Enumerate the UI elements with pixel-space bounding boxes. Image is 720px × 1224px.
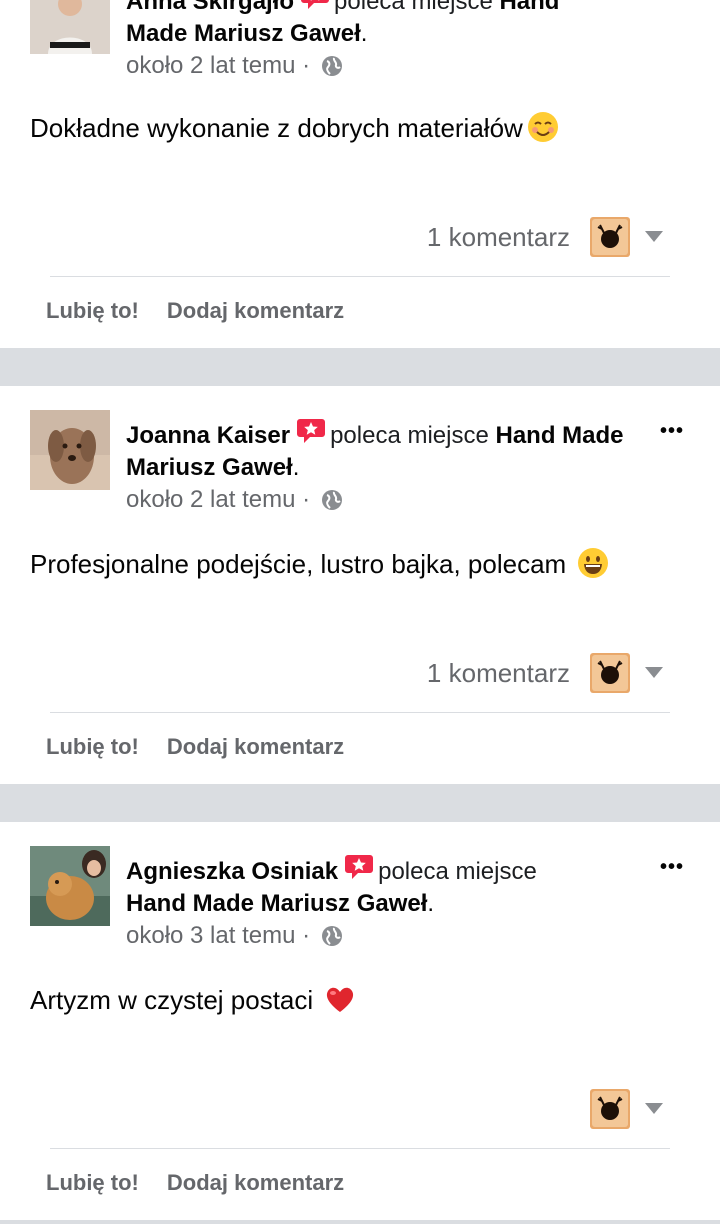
post-meta: około 2 lat temu ·: [126, 50, 343, 82]
like-button[interactable]: Lubię to!: [46, 298, 139, 323]
add-comment-button[interactable]: Dodaj komentarz: [167, 298, 344, 323]
post-text-content: Profesjonalne podejście, lustro bajka, p…: [30, 549, 567, 579]
recommend-badge-icon: [300, 0, 330, 10]
post-card: Agnieszka Osiniak poleca miejsce Hand Made…: [0, 822, 720, 1220]
globe-icon: [321, 488, 343, 510]
chevron-down-icon[interactable]: [645, 1102, 663, 1114]
post-text-content: Dokładne wykonanie z dobrych materiałów: [30, 113, 523, 143]
post-text: Dokładne wykonanie z dobrych materiałów: [30, 110, 559, 146]
avatar[interactable]: [30, 410, 110, 490]
meta-separator: ·: [302, 486, 311, 513]
divider: [50, 276, 670, 277]
divider: [50, 1148, 670, 1149]
comments-count[interactable]: 1 komentarz: [427, 658, 570, 689]
post-header: Anna Skirgajło poleca miejsce Hand Made M…: [126, 0, 626, 50]
post-meta: około 3 lat temu ·: [126, 920, 343, 952]
more-options-button[interactable]: •••: [660, 0, 684, 7]
page-avatar-icon[interactable]: [590, 217, 630, 257]
smiling-blush-emoji: [527, 111, 559, 143]
author-name[interactable]: Joanna Kaiser: [126, 422, 290, 449]
globe-icon: [321, 54, 343, 76]
page-avatar-icon[interactable]: [590, 653, 630, 693]
avatar[interactable]: [30, 0, 110, 54]
like-button[interactable]: Lubię to!: [46, 734, 139, 759]
page-avatar-icon[interactable]: [590, 1089, 630, 1129]
page-name[interactable]: Hand Made Mariusz Gaweł: [126, 890, 427, 917]
author-name[interactable]: Agnieszka Osiniak: [126, 858, 338, 885]
recommends-text: poleca miejsce: [330, 422, 489, 449]
post-header: Agnieszka Osiniak poleca miejsce Hand Made…: [126, 852, 626, 920]
post-card: Joanna Kaiser poleca miejsce Hand Made Ma…: [0, 386, 720, 784]
red-heart-emoji: [324, 983, 356, 1015]
recommends-text: poleca miejsce: [378, 858, 537, 885]
grinning-emoji: [577, 547, 609, 579]
post-time[interactable]: około 2 lat temu: [126, 52, 295, 79]
post-actions: Lubię to! Dodaj komentarz: [46, 1170, 372, 1196]
add-comment-button[interactable]: Dodaj komentarz: [167, 734, 344, 759]
more-options-button[interactable]: •••: [660, 420, 684, 443]
post-time[interactable]: około 3 lat temu: [126, 922, 295, 949]
recommend-badge-icon: [344, 852, 374, 880]
post-text: Profesjonalne podejście, lustro bajka, p…: [30, 546, 609, 582]
post-meta: około 2 lat temu ·: [126, 484, 343, 516]
divider: [50, 712, 670, 713]
post-actions: Lubię to! Dodaj komentarz: [46, 298, 372, 324]
globe-icon: [321, 924, 343, 946]
like-button[interactable]: Lubię to!: [46, 1170, 139, 1195]
post-time[interactable]: około 2 lat temu: [126, 486, 295, 513]
post-text: Artyzm w czystej postaci: [30, 982, 356, 1018]
more-options-button[interactable]: •••: [660, 856, 684, 879]
avatar[interactable]: [30, 846, 110, 926]
chevron-down-icon[interactable]: [645, 230, 663, 242]
post-text-content: Artyzm w czystej postaci: [30, 985, 314, 1015]
post-actions: Lubię to! Dodaj komentarz: [46, 734, 372, 760]
recommend-badge-icon: [296, 416, 326, 444]
chevron-down-icon[interactable]: [645, 666, 663, 678]
meta-separator: ·: [302, 922, 311, 949]
author-name[interactable]: Anna Skirgajło: [126, 0, 294, 15]
recommends-text: poleca miejsce: [334, 0, 493, 15]
add-comment-button[interactable]: Dodaj komentarz: [167, 1170, 344, 1195]
post-header: Joanna Kaiser poleca miejsce Hand Made Ma…: [126, 416, 626, 484]
meta-separator: ·: [302, 52, 311, 79]
comments-count[interactable]: 1 komentarz: [427, 222, 570, 253]
post-card: Anna Skirgajło poleca miejsce Hand Made M…: [0, 0, 720, 348]
